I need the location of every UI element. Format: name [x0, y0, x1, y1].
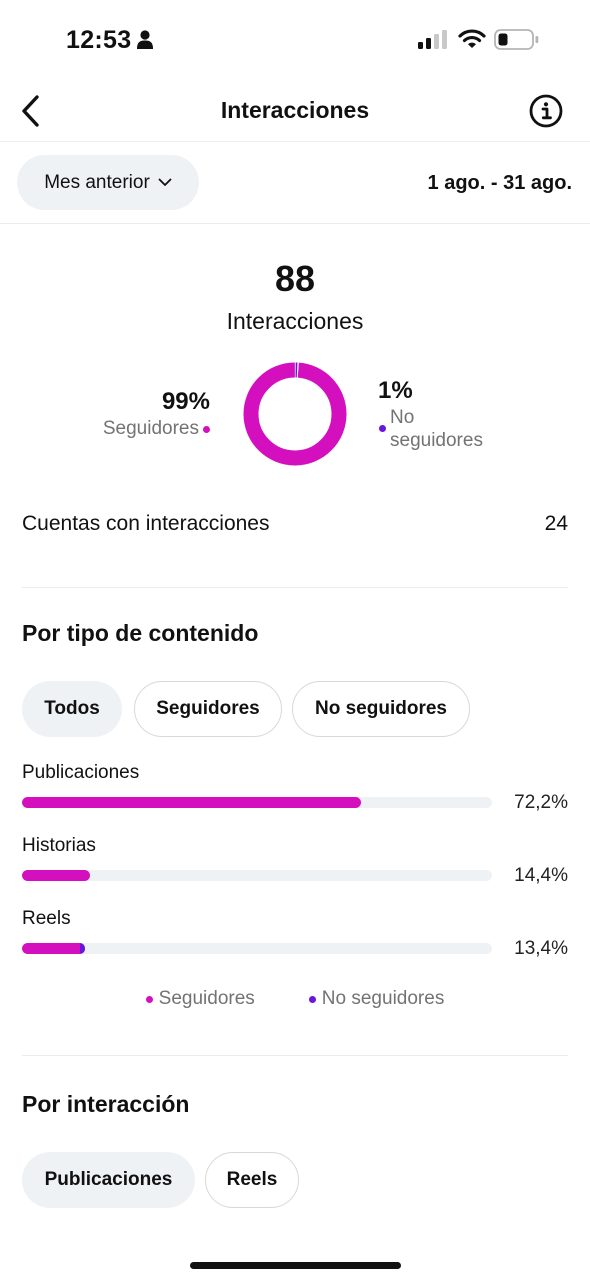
date-range: 1 ago. - 31 ago.: [427, 172, 572, 194]
accounts-interacted-label: Cuentas con interacciones: [22, 512, 270, 535]
chip-no-seguidores[interactable]: No seguidores: [292, 681, 470, 737]
bar-pct-publicaciones: 72,2%: [514, 792, 568, 813]
interaction-section-title: Por interacción: [22, 1091, 190, 1117]
chevron-down-icon: [158, 178, 172, 186]
bar-track-publicaciones: [22, 797, 492, 808]
period-dropdown[interactable]: Mes anterior: [17, 155, 199, 210]
followers-legend-label: Seguidores: [102, 418, 199, 439]
legend-item-followers: Seguidores: [145, 988, 255, 1010]
cellular-signal-icon: [418, 30, 447, 49]
bar-track-historias: [22, 870, 492, 881]
home-indicator[interactable]: [190, 1262, 401, 1269]
period-dropdown-label: Mes anterior: [44, 171, 150, 193]
non-followers-legend-label-1: No: [390, 407, 415, 428]
status-bar: 12:53: [0, 0, 590, 80]
legend-followers-label: Seguidores: [158, 988, 255, 1009]
followers-donut-chart: [243, 362, 347, 466]
followers-percentage: 99%: [161, 388, 210, 415]
donut-followers-arc: [243, 362, 347, 466]
bar-fill-followers-reels: [22, 943, 81, 954]
bar-pct-reels: 13,4%: [514, 938, 568, 959]
legend-non-followers-label: No seguidores: [321, 988, 445, 1009]
person-icon: [137, 30, 153, 49]
bar-label-historias: Historias: [22, 835, 96, 856]
content-type-legend: Seguidores No seguidores: [0, 988, 590, 1010]
bar-pct-historias: 14,4%: [514, 865, 568, 886]
bar-label-publicaciones: Publicaciones: [22, 762, 140, 783]
bar-fill-followers-historias: [22, 870, 90, 881]
chip-seguidores[interactable]: Seguidores: [134, 681, 282, 737]
followers-dot-icon: [203, 425, 210, 433]
non-followers-legend: No seguidores: [379, 406, 483, 452]
chip-publicaciones[interactable]: Publicaciones: [22, 1152, 195, 1208]
battery-icon: [494, 29, 539, 50]
legend-item-non-followers: No seguidores: [308, 988, 445, 1010]
accounts-interacted-value: 24: [544, 512, 568, 535]
non-followers-dot-icon: [379, 425, 386, 432]
info-button[interactable]: [528, 93, 564, 129]
period-row: Mes anterior 1 ago. - 31 ago.: [0, 142, 590, 224]
followers-dot-icon: [145, 995, 153, 1003]
divider: [22, 1055, 568, 1056]
bar-fill-non-followers-reels: [80, 943, 85, 954]
header: Interacciones: [0, 80, 590, 142]
info-icon: [529, 94, 563, 128]
wifi-icon: [458, 29, 486, 48]
chip-todos[interactable]: Todos: [22, 681, 122, 737]
chip-reels[interactable]: Reels: [205, 1152, 299, 1208]
page-title: Interacciones: [220, 97, 370, 123]
status-time: 12:53: [66, 26, 132, 54]
bar-label-reels: Reels: [22, 908, 71, 929]
non-followers-percentage: 1%: [378, 377, 413, 404]
bar-track-reels: [22, 943, 492, 954]
total-interactions-value: 88: [274, 258, 316, 299]
followers-legend: Seguidores: [103, 418, 210, 440]
divider: [22, 587, 568, 588]
non-followers-dot-icon: [308, 995, 316, 1003]
content-type-section-title: Por tipo de contenido: [22, 620, 259, 646]
total-interactions-label: Interacciones: [226, 308, 364, 334]
accounts-interacted-row[interactable]: Cuentas con interacciones 24: [22, 512, 568, 542]
bar-fill-followers-publicaciones: [22, 797, 362, 808]
non-followers-legend-label-2: seguidores: [390, 430, 483, 451]
